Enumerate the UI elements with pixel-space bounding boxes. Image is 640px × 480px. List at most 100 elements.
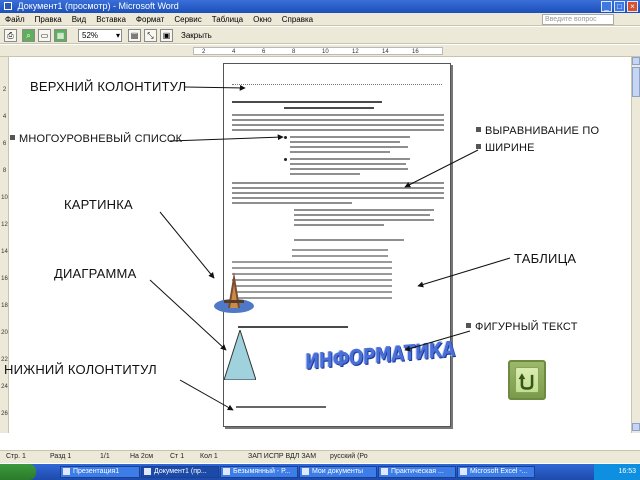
menu-table[interactable]: Таблица [207,13,248,25]
label-diagram: ДИАГРАММА [54,266,137,281]
ruler-tick: 16 [412,49,419,55]
ruler-tick: 14 [382,49,389,55]
full-screen-icon[interactable]: ▣ [160,29,173,42]
window-controls: _ □ × [601,1,638,12]
preview-toolbar: ⎙ ⌕ ▭ ▦ 52% ▤ ⤡ ▣ Закрыть [0,27,640,44]
return-button[interactable] [508,360,546,400]
task-practical[interactable]: Практическая ... [378,466,456,478]
table-row [232,291,392,293]
ruler-tick: 6 [262,49,266,55]
ruler-tick: 4 [232,49,236,55]
text-line [232,187,444,189]
vruler-tick: 8 [2,168,7,174]
menu-help[interactable]: Справка [277,13,318,25]
status-column: Кол 1 [200,453,218,460]
clipart-picture[interactable] [212,270,256,315]
menu-tools[interactable]: Сервис [169,13,206,25]
word-app-icon [4,2,12,10]
section-line [238,326,348,328]
list-line [290,146,408,148]
return-arrow-icon [518,373,534,390]
text-line [232,182,444,184]
text-line [294,224,384,226]
return-arrow-head [518,373,526,380]
scroll-up-icon[interactable] [632,57,640,65]
scroll-down-icon[interactable] [632,423,640,431]
label-table: ТАБЛИЦА [514,251,577,266]
vertical-scrollbar[interactable] [631,57,640,433]
menu-view[interactable]: Вид [67,13,91,25]
status-bar: Стр. 1 Разд 1 1/1 На 2см Ст 1 Кол 1 ЗАП … [0,450,640,463]
table-row [292,255,388,257]
menu-bar: Файл Правка Вид Вставка Формат Сервис Та… [0,13,640,26]
label-justify-1: ВЫРАВНИВАНИЕ ПО [476,125,599,137]
list-line [290,163,406,165]
status-section: Разд 1 [50,453,72,460]
vruler-tick: 18 [1,303,8,309]
task-excel[interactable]: Microsoft Excel -... [457,466,535,478]
menu-insert[interactable]: Вставка [91,13,131,25]
list-line [290,173,360,175]
vruler-tick: 2 [2,87,7,93]
status-modes: ЗАП ИСПР ВДЛ ЗАМ [248,453,317,460]
ruler-toggle-icon[interactable]: ▤ [128,29,141,42]
arrow-picture [159,211,215,279]
list-line [290,151,390,153]
menu-window[interactable]: Окно [248,13,277,25]
triangle-outline [224,330,256,380]
text-line [232,202,352,204]
window-title: Документ1 (просмотр) - Microsoft Word [17,1,179,11]
table-row [232,273,392,275]
task-untitled[interactable]: Безымянный - Р... [220,466,298,478]
vruler-tick: 10 [1,195,8,201]
table-row [232,267,392,269]
list-line [290,158,410,160]
status-language: русский (Ро [330,453,368,460]
status-position: На 2см [130,453,154,460]
label-multilevel-list: МНОГОУРОВНЕВЫЙ СПИСОК [10,133,182,145]
help-search-input[interactable]: Введите вопрос [542,14,614,25]
magnifier-icon[interactable]: ⌕ [22,29,35,42]
text-line [294,214,430,216]
label-multilevel-list-text: МНОГОУРОВНЕВЫЙ СПИСОК [19,133,183,145]
triangle-border [224,330,256,380]
multiple-pages-icon[interactable]: ▦ [54,29,67,42]
ruler-tick: 10 [322,49,329,55]
text-line [294,219,434,221]
heading-line [232,101,382,103]
print-icon[interactable]: ⎙ [4,29,17,42]
zoom-select[interactable]: 52% [78,29,122,42]
label-justify-2-text: ШИРИНЕ [485,142,535,154]
menu-format[interactable]: Формат [131,13,169,25]
ruler-tick: 2 [202,49,206,55]
minimize-icon[interactable]: _ [601,1,612,12]
text-line [232,124,444,126]
vruler-tick: 26 [1,411,8,417]
taskbar: Презентация1 Документ1 (пр... Безымянный… [0,464,640,480]
label-wordart-text: ФИГУРНЫЙ ТЕКСТ [475,321,578,333]
scroll-thumb[interactable] [632,67,640,97]
start-button[interactable] [0,464,36,480]
picture-tower-base [224,300,244,303]
table-caption-line [294,239,404,241]
close-window-icon[interactable]: × [627,1,638,12]
one-page-icon[interactable]: ▭ [38,29,51,42]
task-presentation[interactable]: Презентация1 [60,466,140,478]
horizontal-ruler[interactable]: 2 4 6 8 10 12 14 16 [0,45,640,57]
text-line [232,129,444,131]
shrink-to-fit-icon[interactable]: ⤡ [144,29,157,42]
table-row [232,279,392,281]
vruler-tick: 20 [1,330,8,336]
table-row [232,261,392,263]
close-preview-button[interactable]: Закрыть [178,29,215,42]
menu-file[interactable]: Файл [0,13,30,25]
list-bullet [284,158,287,161]
task-my-documents[interactable]: Мои документы [299,466,377,478]
task-word-document[interactable]: Документ1 (пр... [141,466,219,478]
menu-edit[interactable]: Правка [30,13,67,25]
vruler-tick: 12 [1,222,8,228]
vruler-tick: 16 [1,276,8,282]
page-footer-line [236,406,326,408]
maximize-icon[interactable]: □ [614,1,625,12]
vruler-tick: 6 [2,141,7,147]
